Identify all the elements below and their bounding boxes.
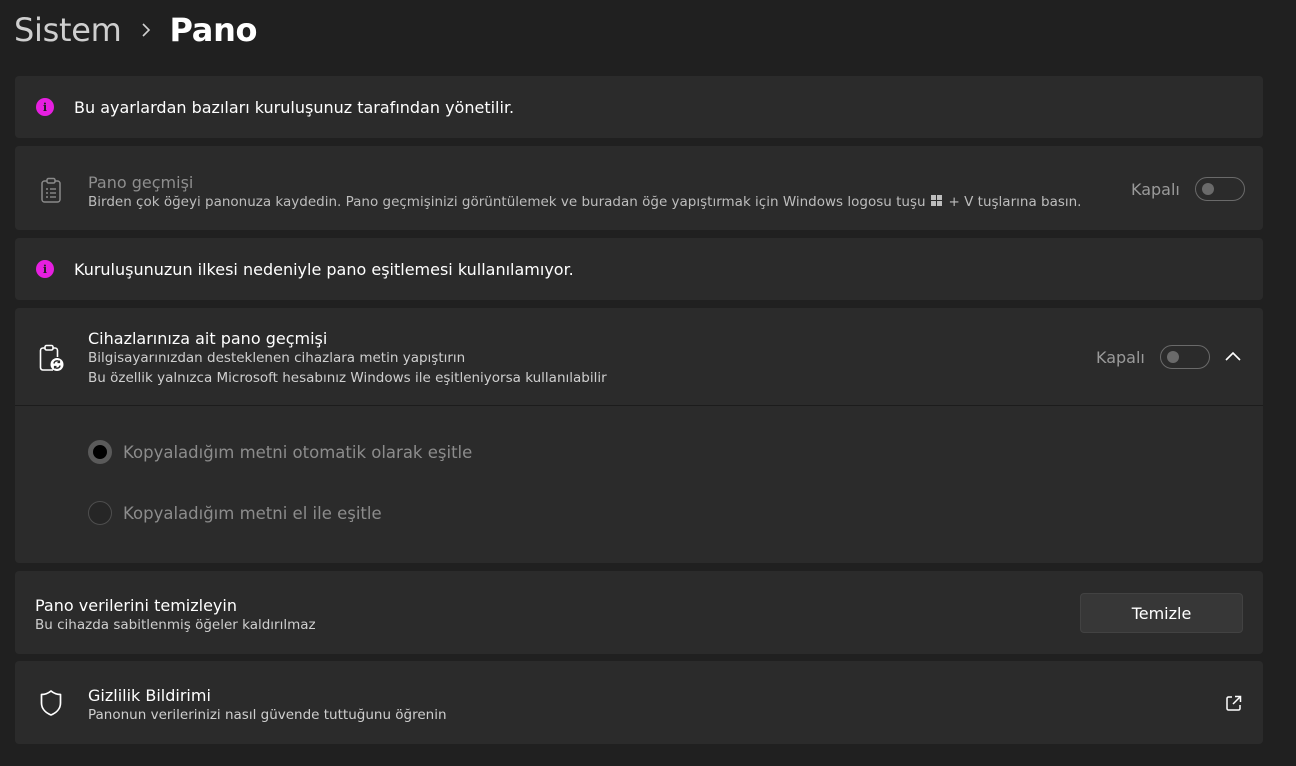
page-title: Pano xyxy=(169,11,258,49)
privacy-description: Panonun verilerinizi nasıl güvende tuttu… xyxy=(88,707,447,723)
device-sync-desc-2: Bu özellik yalnızca Microsoft hesabınız … xyxy=(88,370,607,386)
radio-manual-sync-label: Kopyaladığım metni el ile eşitle xyxy=(123,503,382,523)
clear-clipboard-title: Pano verilerini temizleyin xyxy=(35,596,237,615)
radio-auto-sync[interactable]: Kopyaladığım metni otomatik olarak eşitl… xyxy=(88,440,472,464)
radio-auto-sync-label: Kopyaladığım metni otomatik olarak eşitl… xyxy=(123,442,473,462)
managed-notice-text: Bu ayarlardan bazıları kuruluşunuz taraf… xyxy=(74,97,515,117)
managed-settings-notice: i Bu ayarlardan bazıları kuruluşunuz tar… xyxy=(15,76,1263,138)
windows-logo-icon xyxy=(930,194,942,210)
privacy-statement-card[interactable]: Gizlilik Bildirimi Panonun verilerinizi … xyxy=(15,661,1263,744)
clipboard-list-icon xyxy=(37,176,65,204)
privacy-title: Gizlilik Bildirimi xyxy=(88,686,211,705)
chevron-up-icon[interactable] xyxy=(1223,346,1243,366)
clear-button[interactable]: Temizle xyxy=(1080,593,1243,633)
device-sync-desc-1: Bilgisayarınızdan desteklenen cihazlara … xyxy=(88,350,466,366)
radio-manual-sync[interactable]: Kopyaladığım metni el ile eşitle xyxy=(88,501,382,525)
chevron-right-icon xyxy=(141,23,151,37)
clipboard-history-toggle[interactable] xyxy=(1194,177,1245,201)
clipboard-history-card: Pano geçmişi Birden çok öğeyi panonuza k… xyxy=(15,146,1263,230)
clipboard-history-description: Birden çok öğeyi panonuza kaydedin. Pano… xyxy=(88,194,1081,210)
clipboard-history-toggle-group: Kapalı xyxy=(1131,177,1245,201)
breadcrumb-parent[interactable]: Sistem xyxy=(14,11,122,49)
shield-icon xyxy=(37,689,65,717)
clear-clipboard-card: Pano verilerini temizleyin Bu cihazda sa… xyxy=(15,571,1263,654)
sync-unavailable-notice: i Kuruluşunuzun ilkesi nedeniyle pano eş… xyxy=(15,238,1263,300)
clipboard-sync-icon xyxy=(37,344,65,372)
device-sync-title: Cihazlarınıza ait pano geçmişi xyxy=(88,329,328,348)
external-link-icon[interactable] xyxy=(1223,693,1243,713)
device-sync-card: Cihazlarınıza ait pano geçmişi Bilgisaya… xyxy=(15,308,1263,563)
info-icon: i xyxy=(36,98,54,116)
breadcrumb: Sistem Pano xyxy=(14,8,258,52)
device-sync-toggle-label: Kapalı xyxy=(1096,347,1145,367)
device-sync-toggle-group: Kapalı xyxy=(1096,345,1210,369)
sync-notice-text: Kuruluşunuzun ilkesi nedeniyle pano eşit… xyxy=(74,259,574,279)
clipboard-history-title: Pano geçmişi xyxy=(88,173,194,192)
clipboard-history-desc-part1: Birden çok öğeyi panonuza kaydedin. Pano… xyxy=(88,194,926,210)
radio-auto-sync-circle[interactable] xyxy=(88,440,112,464)
clipboard-history-toggle-label: Kapalı xyxy=(1131,179,1180,199)
radio-manual-sync-circle[interactable] xyxy=(88,501,112,525)
info-icon: i xyxy=(36,260,54,278)
device-sync-toggle[interactable] xyxy=(1159,345,1210,369)
clipboard-history-desc-part2: + V tuşlarına basın. xyxy=(948,194,1082,210)
device-sync-header[interactable]: Cihazlarınıza ait pano geçmişi Bilgisaya… xyxy=(15,308,1263,406)
clear-clipboard-description: Bu cihazda sabitlenmiş öğeler kaldırılma… xyxy=(35,617,316,633)
